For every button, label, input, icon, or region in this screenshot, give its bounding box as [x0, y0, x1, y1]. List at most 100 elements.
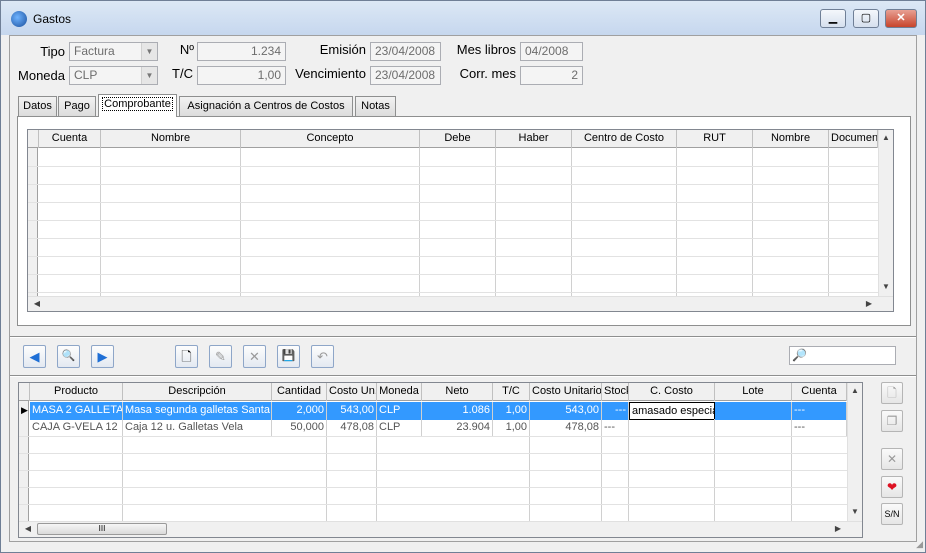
comprobante-vscroll[interactable]: ▲ ▼	[878, 130, 893, 296]
minimize-button[interactable]: ▁	[820, 9, 846, 28]
resize-grip-icon[interactable]: ◢	[916, 539, 923, 550]
col-nombre[interactable]: Nombre	[101, 130, 241, 148]
cell-stock[interactable]: ---	[602, 402, 629, 420]
cell-c-costo[interactable]	[629, 419, 715, 437]
col-moneda[interactable]: Moneda	[377, 383, 422, 401]
search-input[interactable]: 🔎	[789, 346, 896, 365]
save-button[interactable]: 💾	[277, 345, 300, 368]
chevron-down-icon[interactable]: ▼	[141, 43, 157, 60]
row-indicator-header	[19, 383, 30, 401]
cell-lote[interactable]	[715, 402, 792, 420]
cell-descripcion[interactable]: Caja 12 u. Galletas Vela	[123, 419, 272, 437]
cell-costo-un[interactable]: 478,08	[327, 419, 377, 437]
col-cantidad[interactable]: Cantidad	[272, 383, 327, 401]
hscroll-thumb[interactable]: III	[37, 523, 167, 535]
product-hscroll[interactable]: ◀ III ▶	[19, 521, 862, 537]
scroll-left-icon[interactable]: ◀	[30, 299, 44, 308]
comprobante-grid[interactable]: Cuenta Nombre Concepto Debe Haber Centro…	[27, 129, 894, 312]
cell-descripcion[interactable]: Masa segunda galletas Santa	[123, 402, 272, 420]
find-record-button[interactable]: 🔍	[57, 345, 80, 368]
col-debe[interactable]: Debe	[420, 130, 496, 148]
comprobante-hscroll[interactable]: ◀ ▶	[28, 296, 893, 311]
vencimiento-field[interactable]: 23/04/2008	[370, 66, 441, 85]
cell-costo-unitario[interactable]: 478,08	[530, 419, 602, 437]
cell-neto[interactable]: 1.086	[422, 402, 493, 420]
close-button[interactable]: ✕	[885, 9, 917, 28]
tipo-select[interactable]: Factura ▼	[69, 42, 158, 61]
col-nombre-2[interactable]: Nombre	[753, 130, 829, 148]
scroll-right-icon[interactable]: ▶	[831, 524, 845, 533]
col-tc[interactable]: T/C	[493, 383, 530, 401]
next-record-button[interactable]: ▶	[91, 345, 114, 368]
numero-field[interactable]: 1.234	[197, 42, 286, 61]
cell-c-costo[interactable]: amasado especia	[629, 402, 715, 420]
cell-moneda[interactable]: CLP	[377, 402, 422, 420]
serial-number-button[interactable]: S/N	[881, 503, 903, 525]
emision-field[interactable]: 23/04/2008	[370, 42, 441, 61]
col-documento[interactable]: Documen	[829, 130, 878, 148]
scroll-right-icon[interactable]: ▶	[862, 299, 876, 308]
corr-mes-field[interactable]: 2	[520, 66, 583, 85]
cell-tc[interactable]: 1,00	[493, 402, 530, 420]
edit-button[interactable]: ✎	[209, 345, 232, 368]
col-lote[interactable]: Lote	[715, 383, 792, 401]
tab-datos[interactable]: Datos	[18, 96, 57, 116]
col-concepto[interactable]: Concepto	[241, 130, 420, 148]
new-line-button[interactable]: 🗋	[881, 382, 903, 404]
col-c-costo[interactable]: C. Costo	[629, 383, 715, 401]
cell-neto[interactable]: 23.904	[422, 419, 493, 437]
cell-cantidad[interactable]: 50,000	[272, 419, 327, 437]
cell-cuenta[interactable]: ---	[792, 402, 847, 420]
col-rut[interactable]: RUT	[677, 130, 753, 148]
product-vscroll[interactable]: ▲ ▼	[847, 383, 862, 521]
cell-cantidad[interactable]: 2,000	[272, 402, 327, 420]
col-neto[interactable]: Neto	[422, 383, 493, 401]
copy-icon: ❐	[886, 414, 898, 428]
chevron-down-icon[interactable]: ▼	[141, 67, 157, 84]
col-costo-un[interactable]: Costo Un.	[327, 383, 377, 401]
corr-mes-label: Corr. mes	[459, 66, 516, 81]
scroll-up-icon[interactable]: ▲	[848, 386, 862, 395]
tab-pago[interactable]: Pago	[58, 96, 96, 116]
maximize-button[interactable]: ▢	[853, 9, 879, 28]
lots-button[interactable]: ❤	[881, 476, 903, 498]
scroll-down-icon[interactable]: ▼	[879, 282, 893, 291]
table-row[interactable]: CAJA G-VELA 12 Caja 12 u. Galletas Vela …	[19, 419, 847, 437]
col-descripcion[interactable]: Descripción	[123, 383, 272, 401]
cell-tc[interactable]: 1,00	[493, 419, 530, 437]
delete-icon: ✕	[886, 452, 898, 466]
cell-cuenta[interactable]: ---	[792, 419, 847, 437]
col-cuenta[interactable]: Cuenta	[39, 130, 101, 148]
col-haber[interactable]: Haber	[496, 130, 572, 148]
delete-button[interactable]: ✕	[243, 345, 266, 368]
tab-notas[interactable]: Notas	[355, 96, 396, 116]
cell-moneda[interactable]: CLP	[377, 419, 422, 437]
col-stock[interactable]: Stock	[602, 383, 629, 401]
tc-field[interactable]: 1,00	[197, 66, 286, 85]
mes-libros-field[interactable]: 04/2008	[520, 42, 583, 61]
col-producto[interactable]: Producto	[30, 383, 123, 401]
undo-button[interactable]: ↶	[311, 345, 334, 368]
comprobante-grid-header: Cuenta Nombre Concepto Debe Haber Centro…	[28, 130, 878, 148]
new-button[interactable]: 🗋	[175, 345, 198, 368]
table-row[interactable]: ▶ MASA 2 GALLETA Masa segunda galletas S…	[19, 402, 847, 420]
copy-line-button[interactable]: ❐	[881, 410, 903, 432]
delete-line-button[interactable]: ✕	[881, 448, 903, 470]
scroll-down-icon[interactable]: ▼	[848, 507, 862, 516]
cell-costo-unitario[interactable]: 543,00	[530, 402, 602, 420]
cell-producto[interactable]: CAJA G-VELA 12	[30, 419, 123, 437]
tab-asignacion[interactable]: Asignación a Centros de Costos	[179, 96, 353, 116]
col-cuenta[interactable]: Cuenta	[792, 383, 847, 401]
cell-stock[interactable]: ---	[602, 419, 629, 437]
cell-costo-un[interactable]: 543,00	[327, 402, 377, 420]
scroll-up-icon[interactable]: ▲	[879, 133, 893, 142]
tab-comprobante[interactable]: Comprobante	[98, 94, 177, 117]
col-costo-unitario[interactable]: Costo Unitario	[530, 383, 602, 401]
col-centro-costo[interactable]: Centro de Costo	[572, 130, 677, 148]
prev-record-button[interactable]: ◀	[23, 345, 46, 368]
cell-producto[interactable]: MASA 2 GALLETA	[30, 402, 123, 420]
scroll-left-icon[interactable]: ◀	[21, 524, 35, 533]
cell-lote[interactable]	[715, 419, 792, 437]
moneda-select[interactable]: CLP ▼	[69, 66, 158, 85]
product-grid[interactable]: Producto Descripción Cantidad Costo Un. …	[18, 382, 863, 538]
